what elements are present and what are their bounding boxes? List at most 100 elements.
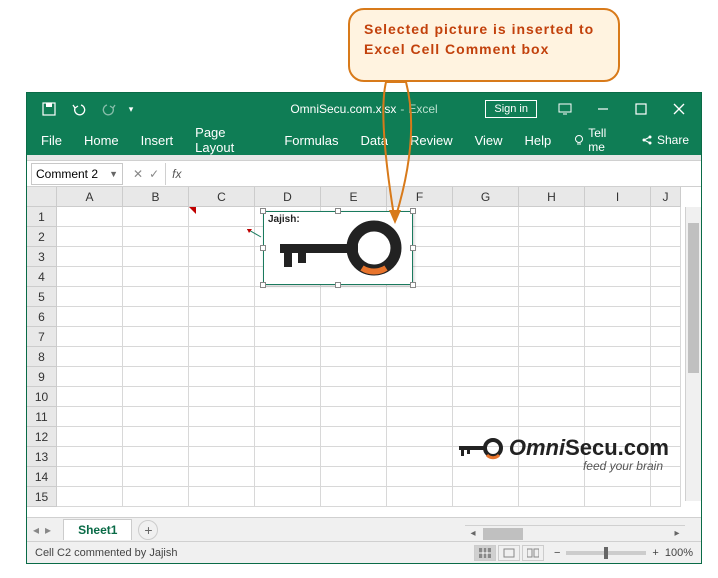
cell[interactable]	[519, 287, 585, 307]
cell[interactable]	[453, 287, 519, 307]
cell[interactable]	[57, 307, 123, 327]
cell[interactable]	[387, 347, 453, 367]
cell[interactable]	[519, 347, 585, 367]
cell[interactable]	[453, 227, 519, 247]
tab-insert[interactable]: Insert	[131, 127, 184, 154]
cell[interactable]	[321, 367, 387, 387]
maximize-button[interactable]	[623, 95, 659, 123]
col-header[interactable]: B	[123, 187, 189, 207]
col-header[interactable]: A	[57, 187, 123, 207]
cell[interactable]	[387, 447, 453, 467]
tab-home[interactable]: Home	[74, 127, 129, 154]
row-header[interactable]: 13	[27, 447, 57, 467]
zoom-slider[interactable]	[566, 551, 646, 555]
horizontal-scrollbar[interactable]: ◂ ▸	[465, 525, 685, 541]
undo-button[interactable]	[65, 95, 93, 123]
cell[interactable]	[651, 287, 681, 307]
cancel-formula-button[interactable]: ✕	[133, 167, 143, 181]
cell[interactable]	[123, 267, 189, 287]
view-page-layout-button[interactable]	[498, 545, 520, 561]
cell[interactable]	[585, 407, 651, 427]
hscroll-left[interactable]: ◂	[465, 528, 481, 539]
cell[interactable]	[255, 447, 321, 467]
cell[interactable]	[57, 247, 123, 267]
cell[interactable]	[387, 487, 453, 507]
ribbon-options-button[interactable]	[547, 95, 583, 123]
cell[interactable]	[453, 407, 519, 427]
cell[interactable]	[255, 347, 321, 367]
cell[interactable]	[519, 207, 585, 227]
row-header[interactable]: 7	[27, 327, 57, 347]
cell[interactable]	[585, 327, 651, 347]
cell[interactable]	[519, 267, 585, 287]
vertical-scrollbar[interactable]	[685, 207, 701, 501]
formula-input[interactable]	[187, 163, 701, 185]
cell[interactable]	[387, 407, 453, 427]
cell[interactable]	[321, 347, 387, 367]
fx-label[interactable]: fx	[166, 167, 187, 181]
cell[interactable]	[585, 207, 651, 227]
row-header[interactable]: 3	[27, 247, 57, 267]
cell[interactable]	[123, 347, 189, 367]
cell[interactable]	[651, 307, 681, 327]
row-header[interactable]: 6	[27, 307, 57, 327]
cell[interactable]	[519, 487, 585, 507]
col-header[interactable]: H	[519, 187, 585, 207]
zoom-knob[interactable]	[604, 547, 608, 559]
resize-handle[interactable]	[260, 208, 266, 214]
cell[interactable]	[57, 347, 123, 367]
cell[interactable]	[57, 227, 123, 247]
cell[interactable]	[321, 427, 387, 447]
cell[interactable]	[189, 467, 255, 487]
cell[interactable]	[57, 207, 123, 227]
resize-handle[interactable]	[410, 282, 416, 288]
cell[interactable]	[123, 227, 189, 247]
cell[interactable]	[57, 287, 123, 307]
resize-handle[interactable]	[335, 282, 341, 288]
cell[interactable]	[189, 287, 255, 307]
col-header[interactable]: D	[255, 187, 321, 207]
row-header[interactable]: 5	[27, 287, 57, 307]
cell[interactable]	[453, 247, 519, 267]
cell[interactable]	[585, 387, 651, 407]
cell[interactable]	[651, 487, 681, 507]
cell[interactable]	[651, 327, 681, 347]
cell[interactable]	[189, 247, 255, 267]
cell[interactable]	[519, 327, 585, 347]
cell[interactable]	[123, 287, 189, 307]
resize-handle[interactable]	[335, 208, 341, 214]
row-header[interactable]: 8	[27, 347, 57, 367]
cell[interactable]	[585, 227, 651, 247]
qat-dropdown[interactable]: ▾	[125, 95, 137, 123]
cell[interactable]	[123, 467, 189, 487]
cell[interactable]	[57, 367, 123, 387]
col-header[interactable]: G	[453, 187, 519, 207]
sheet-nav-prev[interactable]: ◂	[33, 523, 39, 537]
cell[interactable]	[519, 307, 585, 327]
cell[interactable]	[57, 447, 123, 467]
cell[interactable]	[585, 367, 651, 387]
cell[interactable]	[453, 387, 519, 407]
row-header[interactable]: 9	[27, 367, 57, 387]
cell[interactable]	[321, 447, 387, 467]
cell[interactable]	[453, 267, 519, 287]
tab-file[interactable]: File	[31, 127, 72, 154]
hscroll-right[interactable]: ▸	[669, 528, 685, 539]
accept-formula-button[interactable]: ✓	[149, 167, 159, 181]
cell[interactable]	[123, 427, 189, 447]
row-header[interactable]: 12	[27, 427, 57, 447]
cell[interactable]	[321, 307, 387, 327]
cell[interactable]	[585, 487, 651, 507]
resize-handle[interactable]	[260, 245, 266, 251]
tellme-button[interactable]: Tell me	[565, 126, 631, 154]
close-button[interactable]	[661, 95, 697, 123]
redo-button[interactable]	[95, 95, 123, 123]
cell[interactable]	[189, 207, 255, 227]
cell[interactable]	[453, 487, 519, 507]
tab-formulas[interactable]: Formulas	[274, 127, 348, 154]
add-sheet-button[interactable]: +	[138, 520, 158, 540]
cell[interactable]	[585, 307, 651, 327]
cell[interactable]	[189, 407, 255, 427]
cell[interactable]	[651, 267, 681, 287]
col-header[interactable]: C	[189, 187, 255, 207]
